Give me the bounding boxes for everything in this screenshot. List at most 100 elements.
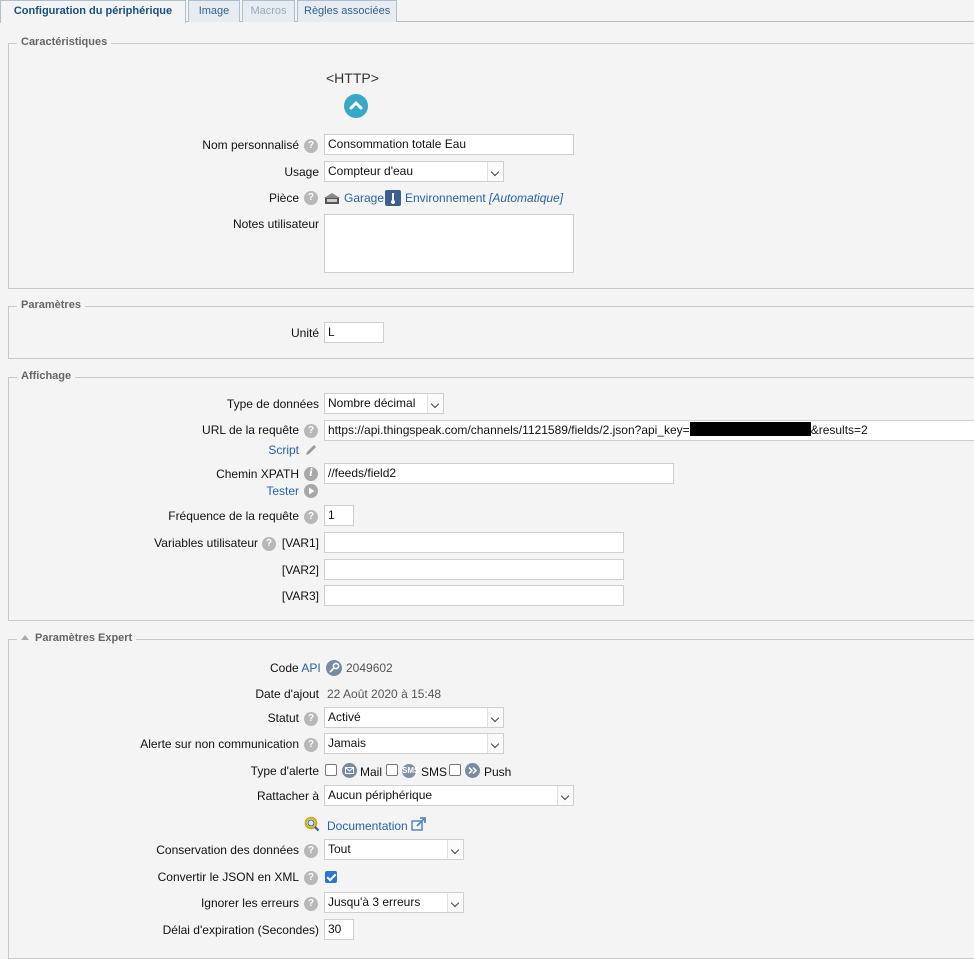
redacted-api-key xyxy=(689,422,811,436)
push-label: Push xyxy=(484,765,512,779)
no-communication-alert-label: Alerte sur non communication xyxy=(140,737,299,751)
data-retention-select[interactable]: Tout xyxy=(324,839,464,860)
chevron-down-icon xyxy=(487,734,503,753)
device-type-title: <HTTP> xyxy=(326,70,379,86)
xpath-input[interactable]: //feeds/field2 xyxy=(324,463,674,484)
status-label: Statut xyxy=(267,711,299,725)
mail-icon xyxy=(342,763,357,778)
sms-checkbox[interactable] xyxy=(386,764,398,776)
legend-expert-text: Paramètres Expert xyxy=(35,632,133,644)
collapse-up-icon[interactable] xyxy=(344,94,368,118)
ignore-errors-select[interactable]: Jusqu'à 3 erreurs xyxy=(324,892,464,913)
tab-associated-rules[interactable]: Règles associées xyxy=(297,0,397,22)
name-label: Nom personnalisé xyxy=(202,138,299,152)
no-communication-alert-select[interactable]: Jamais xyxy=(324,733,504,754)
help-icon[interactable]: ? xyxy=(304,424,318,438)
name-input[interactable]: Consommation totale Eau xyxy=(324,134,574,155)
key-icon[interactable] xyxy=(326,660,342,676)
tab-macros: Macros xyxy=(242,0,295,22)
room-garage-link[interactable]: Garage xyxy=(344,191,384,205)
test-link[interactable]: Tester xyxy=(266,484,299,498)
play-icon[interactable] xyxy=(304,484,318,498)
chevron-down-icon xyxy=(427,394,443,413)
collapse-triangle-icon xyxy=(21,635,29,640)
xpath-label: Chemin XPATH xyxy=(216,467,299,481)
var3-input[interactable] xyxy=(324,585,624,606)
room-environment-link[interactable]: Environnement xyxy=(405,191,486,205)
usage-select[interactable]: Compteur d'eau xyxy=(324,161,504,182)
push-checkbox[interactable] xyxy=(449,764,461,776)
var2-input[interactable] xyxy=(324,559,624,580)
help-icon[interactable]: ? xyxy=(304,191,318,205)
sms-icon: SMS xyxy=(402,764,419,778)
chevron-down-icon xyxy=(487,162,503,181)
notes-label: Notes utilisateur xyxy=(232,217,319,231)
external-link-icon[interactable] xyxy=(411,817,427,831)
room-label: Pièce xyxy=(268,191,299,205)
api-code-label: Code API xyxy=(270,661,321,675)
environment-icon xyxy=(385,190,401,206)
chevron-down-icon xyxy=(487,708,503,727)
attach-to-label: Rattacher à xyxy=(256,789,319,803)
api-link[interactable]: API xyxy=(301,661,320,675)
data-type-select[interactable]: Nombre décimal xyxy=(324,393,444,414)
garage-icon xyxy=(324,192,340,205)
push-icon xyxy=(465,763,480,778)
notes-textarea[interactable] xyxy=(324,214,574,273)
help-icon[interactable]: ? xyxy=(304,871,318,885)
help-icon[interactable]: ? xyxy=(304,139,318,153)
legend-parameters: Paramètres xyxy=(17,299,85,311)
url-label: URL de la requête xyxy=(202,423,299,437)
legend-expert[interactable]: Paramètres Expert xyxy=(17,632,137,644)
data-retention-selected-value: Tout xyxy=(328,842,351,856)
help-icon[interactable]: ? xyxy=(304,712,318,726)
var3-label: [VAR3] xyxy=(281,589,319,603)
tab-device-configuration[interactable]: Configuration du périphérique xyxy=(0,0,186,23)
chevron-down-icon xyxy=(447,840,463,859)
data-type-label: Type de données xyxy=(226,397,319,411)
help-icon[interactable]: ? xyxy=(304,510,318,524)
unit-label: Unité xyxy=(290,326,319,340)
attach-to-selected-value: Aucun périphérique xyxy=(328,788,433,802)
ignore-errors-label: Ignorer les erreurs xyxy=(200,896,299,910)
help-icon[interactable]: ? xyxy=(304,738,318,752)
legend-characteristics: Caractéristiques xyxy=(17,36,112,48)
json-to-xml-checkbox[interactable] xyxy=(325,871,337,883)
fieldset-parameters: Paramètres xyxy=(8,299,974,359)
alert-selected-value: Jamais xyxy=(328,736,367,750)
documentation-search-icon xyxy=(304,816,320,832)
date-added-label: Date d'ajout xyxy=(255,687,319,701)
unit-input[interactable]: L xyxy=(324,322,384,343)
status-select[interactable]: Activé xyxy=(324,707,504,728)
var1-input[interactable] xyxy=(324,532,624,553)
legend-display: Affichage xyxy=(17,370,76,382)
var2-label: [VAR2] xyxy=(281,563,319,577)
user-variables-label: Variables utilisateur xyxy=(154,536,258,550)
room-automatic-tag: [Automatique] xyxy=(489,191,564,205)
info-icon[interactable]: i xyxy=(304,467,318,481)
timeout-input[interactable]: 30 xyxy=(324,919,354,940)
status-selected-value: Activé xyxy=(328,710,361,724)
tab-bar: Configuration du périphérique Image Macr… xyxy=(0,0,974,23)
url-input[interactable]: https://api.thingspeak.com/channels/1121… xyxy=(324,420,974,441)
usage-selected-value: Compteur d'eau xyxy=(328,164,414,178)
data-type-selected-value: Nombre décimal xyxy=(328,396,416,410)
help-icon[interactable]: ? xyxy=(304,844,318,858)
api-code-text: Code xyxy=(270,661,299,675)
url-prefix: https://api.thingspeak.com/channels/1121… xyxy=(328,423,690,437)
frequency-input[interactable]: 1 xyxy=(324,505,354,526)
help-icon[interactable]: ? xyxy=(304,897,318,911)
sms-label: SMS xyxy=(421,765,448,779)
mail-label: Mail xyxy=(360,765,383,779)
pencil-icon[interactable] xyxy=(304,443,318,457)
tab-image[interactable]: Image xyxy=(188,0,240,22)
url-suffix: &results=2 xyxy=(810,423,868,437)
chevron-down-icon xyxy=(557,786,573,805)
documentation-link[interactable]: Documentation xyxy=(327,819,408,833)
script-link[interactable]: Script xyxy=(268,443,299,457)
mail-checkbox[interactable] xyxy=(325,764,337,776)
date-added-value: 22 Août 2020 à 15:48 xyxy=(327,687,442,701)
ignore-errors-selected-value: Jusqu'à 3 erreurs xyxy=(328,895,421,909)
help-icon[interactable]: ? xyxy=(262,537,276,551)
attach-to-select[interactable]: Aucun périphérique xyxy=(324,785,574,806)
